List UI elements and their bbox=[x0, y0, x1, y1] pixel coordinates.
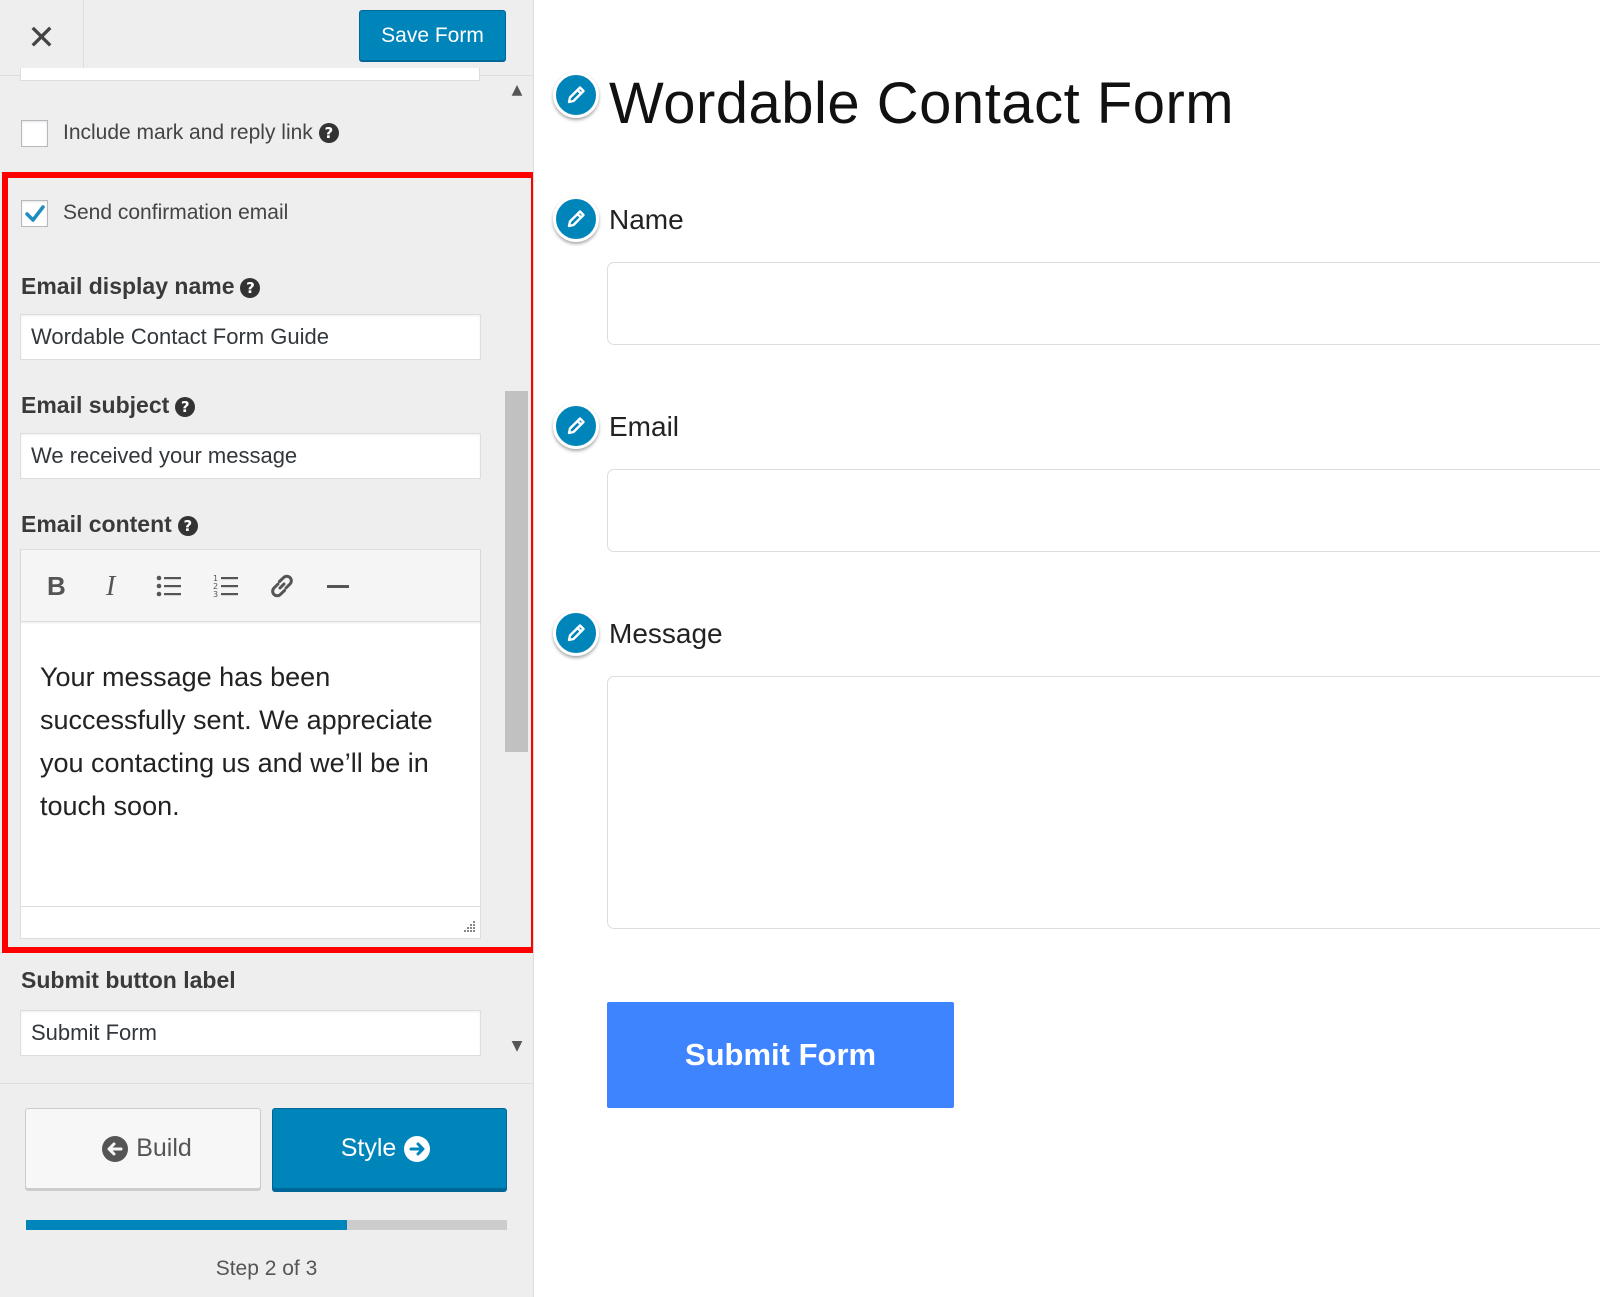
scroll-down-arrow-icon[interactable]: ▼ bbox=[505, 1038, 529, 1058]
email-subject-label: Email subject? bbox=[21, 392, 196, 419]
email-content-label: Email content? bbox=[21, 511, 198, 538]
close-icon: ✕ bbox=[27, 18, 56, 58]
email-display-name-input[interactable]: Wordable Contact Form Guide bbox=[20, 314, 481, 360]
scrollbar-thumb[interactable] bbox=[505, 391, 528, 752]
form-title: Wordable Contact Form bbox=[609, 71, 1235, 136]
help-icon[interactable]: ? bbox=[177, 516, 198, 536]
arrow-left-circle-icon bbox=[102, 1135, 129, 1162]
email-input[interactable] bbox=[607, 469, 1600, 552]
message-textarea[interactable] bbox=[607, 676, 1600, 929]
close-button[interactable]: ✕ bbox=[0, 0, 84, 76]
step-progress-bar bbox=[26, 1220, 507, 1230]
bold-icon[interactable]: B bbox=[35, 566, 75, 606]
help-icon[interactable]: ? bbox=[318, 123, 339, 143]
edit-message-field-pencil-icon[interactable] bbox=[553, 610, 599, 656]
edit-title-pencil-icon[interactable] bbox=[553, 72, 599, 118]
build-button[interactable]: Build bbox=[25, 1108, 261, 1189]
svg-text:B: B bbox=[47, 573, 66, 599]
form-preview: Wordable Contact Form Name Email Message… bbox=[535, 0, 1600, 1297]
sidebar-header: ✕ Save Form bbox=[0, 0, 533, 76]
help-icon[interactable]: ? bbox=[175, 397, 196, 417]
submit-form-button[interactable]: Submit Form bbox=[607, 1002, 954, 1108]
svg-text:I: I bbox=[105, 573, 117, 599]
email-content-editor[interactable]: B I 1 2 3 Your message has been successf… bbox=[20, 549, 481, 939]
email-field-label: Email bbox=[609, 411, 680, 442]
numbered-list-icon[interactable]: 1 2 3 bbox=[206, 566, 246, 606]
horizontal-rule-icon[interactable] bbox=[318, 566, 358, 606]
bullet-list-icon[interactable] bbox=[149, 566, 189, 606]
email-subject-input[interactable]: We received your message bbox=[20, 433, 481, 479]
arrow-right-circle-icon bbox=[404, 1135, 431, 1162]
send-confirmation-checkbox[interactable] bbox=[21, 200, 48, 227]
name-input[interactable] bbox=[607, 262, 1600, 345]
sidebar-footer: Build Style Step 2 of 3 bbox=[0, 1083, 533, 1297]
svg-text:3: 3 bbox=[213, 590, 218, 599]
form-settings-sidebar: ✕ Save Form ▲ ▼ Include mark and reply l… bbox=[0, 0, 534, 1297]
include-mark-reply-checkbox[interactable] bbox=[21, 120, 48, 147]
send-confirmation-label: Send confirmation email bbox=[63, 201, 289, 224]
previous-field-input[interactable] bbox=[20, 68, 480, 81]
email-display-name-label: Email display name? bbox=[21, 273, 261, 300]
checkmark-icon bbox=[25, 205, 45, 222]
help-icon[interactable]: ? bbox=[240, 278, 261, 298]
name-field-label: Name bbox=[609, 204, 684, 235]
italic-icon[interactable]: I bbox=[92, 566, 132, 606]
edit-name-field-pencil-icon[interactable] bbox=[553, 196, 599, 242]
editor-toolbar: B I 1 2 3 bbox=[21, 550, 480, 622]
save-form-button[interactable]: Save Form bbox=[359, 10, 506, 61]
step-progress-fill bbox=[26, 1220, 347, 1230]
submit-button-label-heading: Submit button label bbox=[21, 967, 236, 993]
message-field-label: Message bbox=[609, 618, 723, 649]
edit-email-field-pencil-icon[interactable] bbox=[553, 403, 599, 449]
submit-button-label-input[interactable]: Submit Form bbox=[20, 1010, 481, 1056]
link-icon[interactable] bbox=[262, 566, 302, 606]
step-indicator: Step 2 of 3 bbox=[215, 1257, 318, 1280]
email-content-text[interactable]: Your message has been successfully sent.… bbox=[40, 656, 470, 828]
resize-handle-icon[interactable] bbox=[460, 918, 476, 934]
editor-statusbar bbox=[21, 906, 480, 938]
scroll-up-arrow-icon[interactable]: ▲ bbox=[505, 82, 529, 102]
include-mark-reply-label: Include mark and reply link? bbox=[63, 121, 339, 145]
style-button[interactable]: Style bbox=[272, 1108, 507, 1189]
